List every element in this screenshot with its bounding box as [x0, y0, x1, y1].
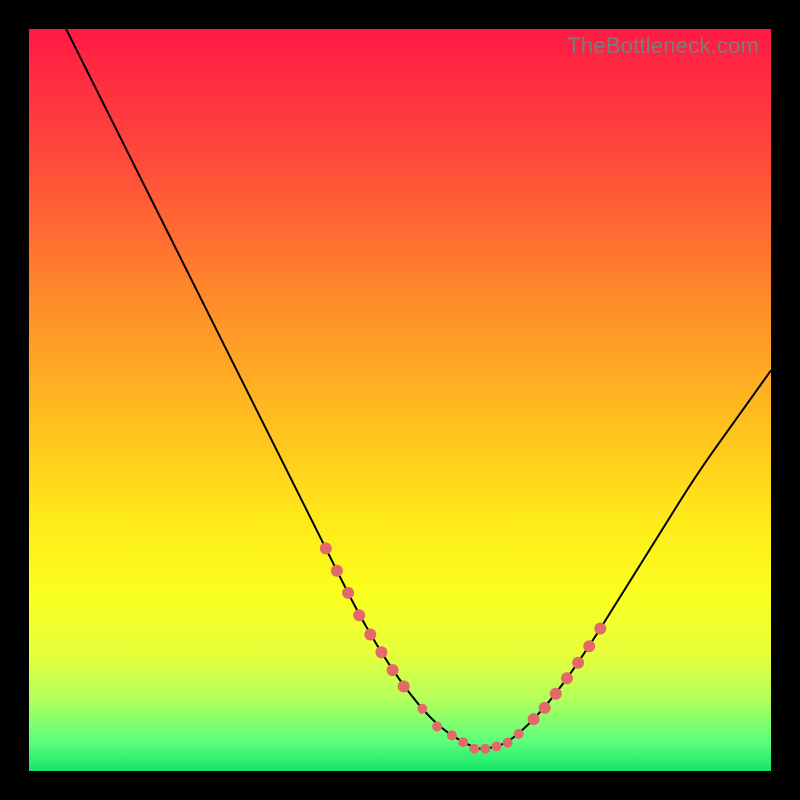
marker-dot	[432, 722, 442, 732]
marker-dot	[550, 688, 562, 700]
marker-dot	[342, 587, 354, 599]
marker-dot	[320, 542, 332, 554]
marker-dot	[503, 738, 513, 748]
marker-dot	[458, 737, 468, 747]
bottleneck-curve-svg	[29, 29, 771, 771]
marker-dot	[528, 713, 540, 725]
bottleneck-curve	[66, 29, 771, 749]
marker-dot	[417, 704, 427, 714]
marker-dot	[398, 680, 410, 692]
marker-dot	[387, 664, 399, 676]
marker-dot	[539, 702, 551, 714]
marker-dot	[480, 744, 490, 754]
marker-dot	[364, 629, 376, 641]
chart-plot-area: TheBottleneck.com	[29, 29, 771, 771]
marker-dot	[331, 565, 343, 577]
marker-dots-group	[320, 542, 607, 753]
marker-dot	[469, 744, 479, 754]
marker-dot	[561, 672, 573, 684]
marker-dot	[353, 609, 365, 621]
marker-dot	[375, 646, 387, 658]
marker-dot	[514, 729, 524, 739]
marker-dot	[583, 640, 595, 652]
marker-dot	[492, 741, 502, 751]
marker-dot	[572, 657, 584, 669]
marker-dot	[447, 730, 457, 740]
marker-dot	[594, 623, 606, 635]
